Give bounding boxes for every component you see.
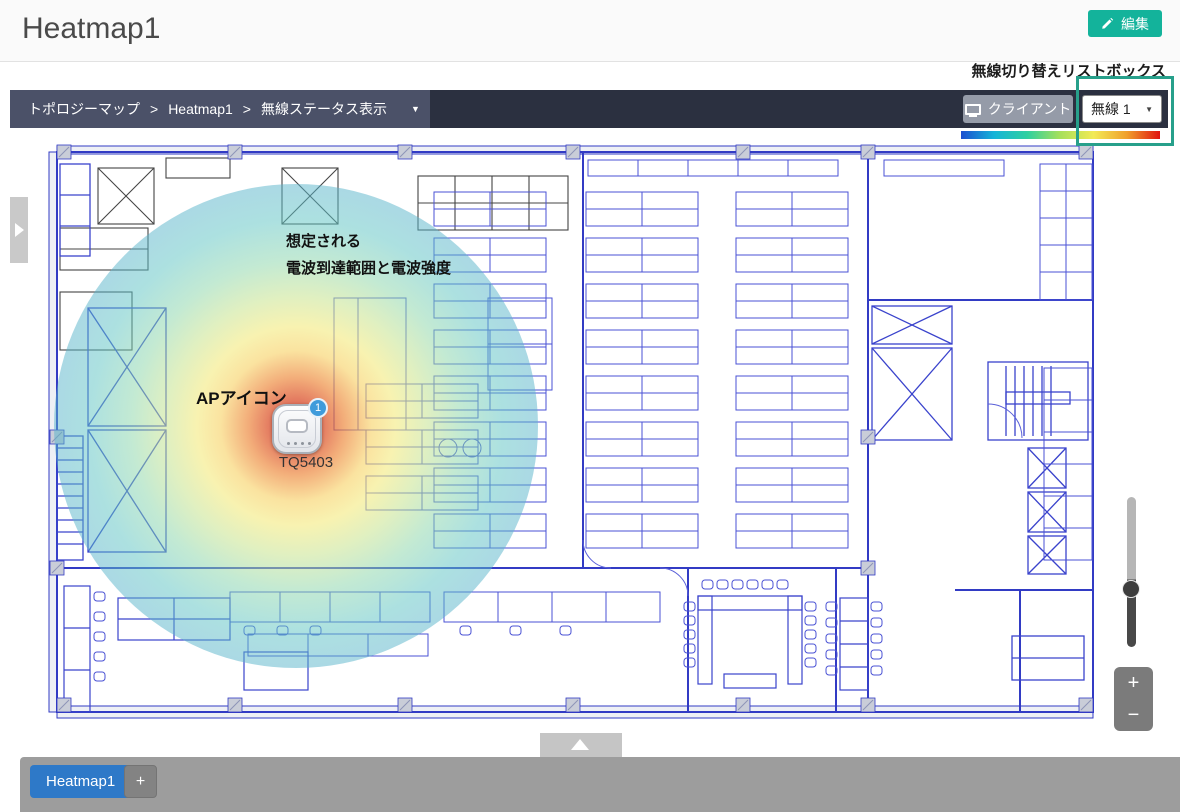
view-mode-caret-icon[interactable]: ▼ [411, 104, 420, 114]
edit-button-label: 編集 [1121, 14, 1149, 34]
access-point-icon[interactable]: 1 [272, 402, 322, 454]
zoom-in-button[interactable]: + [1114, 667, 1153, 699]
chevron-right-icon [15, 223, 24, 237]
radio-select-value: 無線 1 [1091, 99, 1131, 119]
signal-strength-gradient [961, 131, 1160, 139]
sidebar-expand-toggle[interactable] [10, 197, 28, 263]
client-button-label: クライアント [988, 99, 1071, 119]
monitor-icon [965, 104, 981, 115]
zoom-slider-track[interactable] [1127, 497, 1136, 647]
ap-radio-count-badge: 1 [308, 398, 328, 418]
client-button[interactable]: クライアント [963, 95, 1073, 123]
map-tab-bar: Heatmap1 + [20, 757, 1180, 812]
edit-button[interactable]: 編集 [1088, 10, 1162, 37]
map-toolbar: トポロジーマップ > Heatmap1 > 無線ステータス表示 ▼ クライアント… [10, 90, 1168, 128]
annotation-range-label: 想定される 電波到達範囲と電波強度 [286, 228, 451, 282]
breadcrumb-heatmap1[interactable]: Heatmap1 [168, 101, 233, 117]
radio-select-listbox[interactable]: 無線 1 ▼ [1082, 95, 1162, 123]
breadcrumb-topology[interactable]: トポロジーマップ [28, 99, 140, 119]
chevron-down-icon: ▼ [1145, 105, 1153, 114]
breadcrumb-separator: > [150, 101, 158, 117]
map-canvas[interactable]: 想定される 電波到達範囲と電波強度 APアイコン 1 TQ5403 [10, 128, 1168, 757]
breadcrumb-separator: > [243, 101, 251, 117]
ap-name-label: TQ5403 [256, 454, 356, 471]
zoom-controls: + − [1114, 667, 1153, 731]
annotation-listbox-label: 無線切り替えリストボックス [971, 60, 1166, 81]
zoom-out-button[interactable]: − [1114, 699, 1153, 731]
header: Heatmap1 編集 [0, 0, 1180, 62]
breadcrumb: トポロジーマップ > Heatmap1 > 無線ステータス表示 ▼ [10, 90, 430, 128]
breadcrumb-view-mode[interactable]: 無線ステータス表示 [261, 99, 387, 119]
heatmap-page: Heatmap1 編集 無線切り替えリストボックス トポロジーマップ > Hea… [0, 0, 1180, 812]
page-title: Heatmap1 [22, 12, 160, 46]
panel-collapse-handle[interactable] [540, 733, 622, 757]
tab-heatmap1[interactable]: Heatmap1 [30, 765, 131, 798]
pencil-icon [1101, 17, 1114, 30]
add-map-button[interactable]: + [124, 765, 157, 798]
chevron-up-icon [571, 739, 589, 750]
zoom-slider-handle[interactable] [1122, 580, 1140, 598]
